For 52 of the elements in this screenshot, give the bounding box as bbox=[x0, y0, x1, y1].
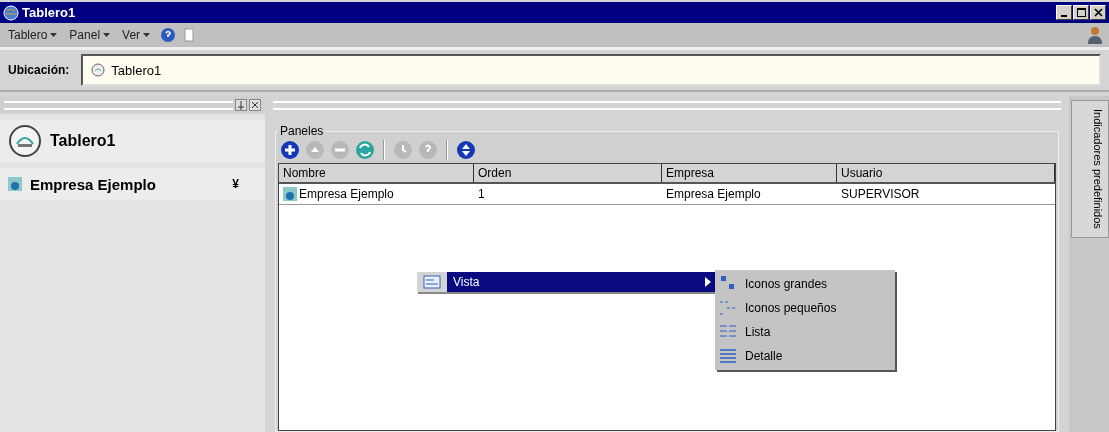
column-header[interactable]: Orden bbox=[474, 164, 662, 182]
table-cell: Empresa Ejemplo bbox=[299, 187, 394, 201]
menu-item[interactable]: Panel bbox=[67, 28, 113, 42]
close-icon[interactable] bbox=[249, 99, 261, 111]
pin-icon[interactable] bbox=[235, 99, 247, 111]
help-icon[interactable] bbox=[160, 27, 177, 43]
sidebar-item[interactable]: Empresa Ejemplo ¥ bbox=[0, 168, 265, 200]
maximize-icon bbox=[1076, 8, 1086, 17]
close-button[interactable] bbox=[1090, 5, 1106, 20]
column-header[interactable]: Nombre bbox=[279, 164, 474, 182]
board-icon bbox=[91, 63, 106, 77]
menu-item[interactable]: Ver bbox=[120, 28, 153, 42]
location-label: Ubicación: bbox=[8, 63, 70, 77]
view-icon bbox=[423, 275, 441, 289]
caret-icon bbox=[103, 33, 111, 37]
user-icon[interactable] bbox=[1087, 26, 1103, 44]
board-icon bbox=[8, 124, 42, 158]
side-tab[interactable]: Indicadores predefinidos bbox=[1071, 100, 1109, 238]
globe-icon bbox=[3, 4, 19, 21]
expand-icon[interactable]: ¥ bbox=[232, 177, 239, 191]
grip-handle[interactable] bbox=[4, 100, 233, 110]
menu-item[interactable]: Tablero bbox=[6, 28, 60, 42]
sidebar-item[interactable]: Tablero1 bbox=[0, 120, 265, 162]
minimize-icon bbox=[1061, 14, 1067, 17]
grip-handle[interactable] bbox=[273, 100, 1061, 110]
table-cell: SUPERVISOR bbox=[841, 187, 920, 201]
menu-item[interactable]: Iconos grandes bbox=[715, 272, 895, 296]
window-title: Tablero1 bbox=[22, 5, 76, 20]
page-icon[interactable] bbox=[184, 28, 195, 42]
caret-icon bbox=[143, 33, 151, 37]
details-icon bbox=[719, 347, 737, 365]
company-icon bbox=[8, 177, 22, 191]
location-field[interactable]: Tablero1 bbox=[81, 54, 1101, 86]
small-icons-icon bbox=[719, 299, 737, 317]
add-icon[interactable] bbox=[280, 140, 300, 160]
menu-item[interactable]: Lista bbox=[715, 320, 895, 344]
company-icon bbox=[283, 187, 297, 201]
group-title: Paneles bbox=[279, 124, 325, 138]
refresh-icon[interactable] bbox=[355, 140, 375, 160]
close-icon bbox=[1093, 8, 1103, 17]
caret-icon bbox=[50, 33, 58, 37]
maximize-button[interactable] bbox=[1073, 5, 1089, 20]
table-cell: 1 bbox=[478, 187, 485, 201]
column-header[interactable]: Empresa bbox=[662, 164, 837, 182]
submenu-arrow-icon bbox=[705, 277, 711, 287]
table-cell: Empresa Ejemplo bbox=[666, 187, 761, 201]
menu-item[interactable]: Vista bbox=[447, 272, 717, 292]
sort-icon[interactable] bbox=[456, 140, 476, 160]
menu-item[interactable]: Iconos pequeños bbox=[715, 296, 895, 320]
menu-item[interactable]: Detalle bbox=[715, 344, 895, 368]
minimize-button[interactable] bbox=[1056, 5, 1072, 20]
column-header[interactable]: Usuario bbox=[837, 164, 1055, 182]
